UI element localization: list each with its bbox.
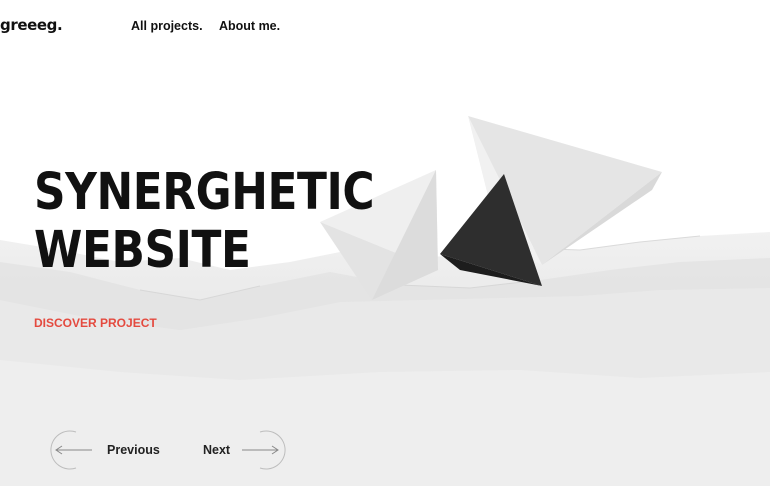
discover-project-link[interactable]: DISCOVER PROJECT bbox=[34, 316, 157, 330]
nav-about-me[interactable]: About me. bbox=[219, 19, 280, 33]
arrow-left-circle-icon bbox=[50, 430, 92, 470]
project-title-line-1: SYNERGHETIC bbox=[34, 163, 375, 222]
nav-all-projects[interactable]: All projects. bbox=[131, 19, 203, 33]
next-label: Next bbox=[203, 443, 231, 457]
logo[interactable]: greeeg. bbox=[0, 16, 63, 34]
arrow-right-circle-icon bbox=[242, 430, 286, 470]
previous-button[interactable]: Previous bbox=[40, 430, 160, 470]
project-title: SYNERGHETIC WEBSITE bbox=[34, 163, 375, 280]
previous-label: Previous bbox=[107, 443, 160, 457]
project-title-line-2: WEBSITE bbox=[34, 221, 251, 280]
next-button[interactable]: Next bbox=[200, 430, 296, 470]
